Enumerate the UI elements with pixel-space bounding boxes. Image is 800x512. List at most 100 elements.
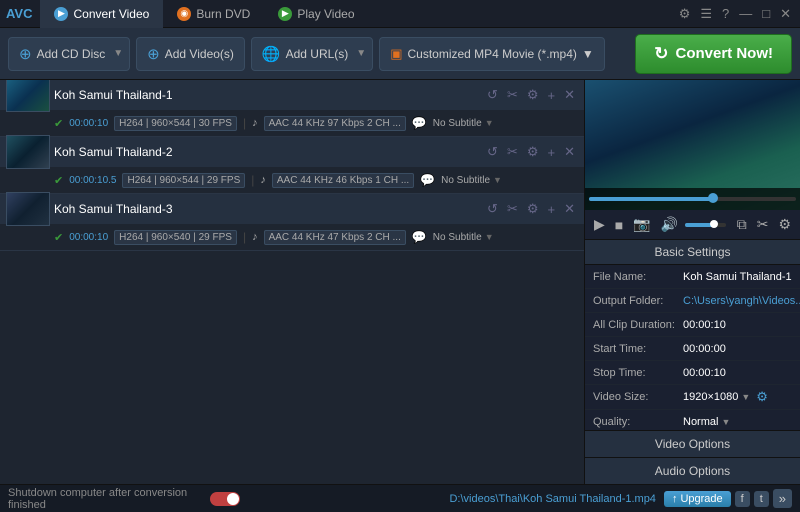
format-selector[interactable]: ▣ Customized MP4 Movie (*.mp4) ▼ bbox=[379, 37, 605, 71]
effects-button[interactable]: ⚙ bbox=[775, 215, 794, 234]
remove-icon-2[interactable]: ✕ bbox=[561, 143, 578, 161]
facebook-icon: f bbox=[741, 493, 744, 505]
sync-icon-3[interactable]: ↺ bbox=[484, 200, 501, 218]
thumb-img-2 bbox=[7, 136, 49, 168]
cut-icon-1[interactable]: ✂ bbox=[504, 86, 521, 104]
add-cd-label: Add CD Disc bbox=[37, 47, 106, 61]
minimize-button[interactable]: — bbox=[736, 6, 755, 21]
menu-icon[interactable]: ☰ bbox=[697, 6, 715, 22]
settings-panel: Basic Settings File Name: Koh Samui Thai… bbox=[585, 240, 800, 430]
clip-duration-value: 00:00:10 bbox=[683, 319, 792, 331]
sync-icon-2[interactable]: ↺ bbox=[484, 143, 501, 161]
file-item-details-1: ✔ 00:00:10 H264 | 960×544 | 30 FPS | ♪ A… bbox=[0, 110, 584, 136]
quality-label: Quality: bbox=[593, 416, 683, 428]
start-time-label: Start Time: bbox=[593, 343, 683, 355]
preview-progress-bar[interactable] bbox=[589, 197, 796, 201]
window-controls: ⚙ ☰ ? — □ ✕ bbox=[676, 6, 794, 22]
subtitle-text-3: No Subtitle bbox=[433, 232, 482, 243]
toolbar: ⊕ Add CD Disc ▼ ⊕ Add Video(s) 🌐 Add URL… bbox=[0, 28, 800, 80]
upgrade-button[interactable]: ↑ Upgrade bbox=[664, 491, 731, 507]
quality-arrow: ▼ bbox=[721, 417, 730, 427]
output-value[interactable]: C:\Users\yangh\Videos... bbox=[683, 295, 800, 307]
maximize-button[interactable]: □ bbox=[759, 6, 773, 21]
next-button[interactable]: » bbox=[773, 489, 792, 508]
next-icon: » bbox=[779, 491, 786, 506]
nav-convert[interactable]: ▶ Convert Video bbox=[40, 0, 163, 28]
file-item-header-1: Koh Samui Thailand-1 ↺ ✂ ⚙ + ✕ bbox=[0, 80, 584, 110]
check-icon-2: ✔ bbox=[54, 174, 63, 187]
stop-button[interactable]: ■ bbox=[612, 216, 626, 234]
video-size-select[interactable]: 1920×1080 ▼ ⚙ bbox=[683, 389, 768, 405]
shutdown-toggle[interactable] bbox=[210, 492, 240, 506]
add-icon-1[interactable]: + bbox=[545, 87, 559, 104]
help-icon[interactable]: ? bbox=[719, 6, 732, 21]
facebook-button[interactable]: f bbox=[735, 491, 750, 507]
convert-now-icon: ↻ bbox=[654, 44, 668, 64]
subtitle-arrow-2[interactable]: ▼ bbox=[493, 175, 502, 185]
file-actions-1: ↺ ✂ ⚙ + ✕ bbox=[484, 86, 578, 104]
add-icon-3[interactable]: + bbox=[545, 201, 559, 218]
subtitle-text-2: No Subtitle bbox=[441, 175, 490, 186]
file-item-details-2: ✔ 00:00:10.5 H264 | 960×544 | 29 FPS | ♪… bbox=[0, 167, 584, 193]
toggle-track[interactable] bbox=[210, 492, 240, 506]
quality-select[interactable]: Normal ▼ bbox=[683, 416, 730, 428]
nav-burn[interactable]: ◉ Burn DVD bbox=[163, 0, 264, 28]
cut-icon-2[interactable]: ✂ bbox=[504, 143, 521, 161]
settings-row-filename: File Name: Koh Samui Thailand-1 bbox=[585, 265, 800, 289]
remove-icon-3[interactable]: ✕ bbox=[561, 200, 578, 218]
start-time-value[interactable]: 00:00:00 bbox=[683, 343, 792, 355]
format-icon: ▣ bbox=[390, 46, 402, 62]
remove-icon-1[interactable]: ✕ bbox=[561, 86, 578, 104]
file-actions-3: ↺ ✂ ⚙ + ✕ bbox=[484, 200, 578, 218]
add-url-button[interactable]: 🌐 Add URL(s) ▼ bbox=[251, 37, 373, 71]
screenshot-button[interactable]: 📷 bbox=[630, 215, 653, 234]
file-name-3: Koh Samui Thailand-3 bbox=[54, 202, 480, 216]
preview-area bbox=[585, 80, 800, 210]
video-options-label: Video Options bbox=[655, 437, 730, 451]
audio-badge-1: AAC 44 KHz 97 Kbps 2 CH ... bbox=[264, 116, 406, 131]
settings-row-stop-time: Stop Time: 00:00:10 bbox=[585, 361, 800, 385]
nav-convert-label: Convert Video bbox=[73, 7, 149, 21]
video-size-gear[interactable]: ⚙ bbox=[756, 389, 768, 405]
convert-now-button[interactable]: ↻ Convert Now! bbox=[635, 34, 792, 74]
file-name-2: Koh Samui Thailand-2 bbox=[54, 145, 480, 159]
nav-play[interactable]: ▶ Play Video bbox=[264, 0, 368, 28]
close-button[interactable]: ✕ bbox=[777, 6, 794, 22]
audio-icon-1: ♪ bbox=[252, 117, 258, 129]
scissors-button[interactable]: ✂ bbox=[754, 215, 772, 234]
list-item: Koh Samui Thailand-2 ↺ ✂ ⚙ + ✕ ✔ 00:00:1… bbox=[0, 137, 584, 194]
stop-time-value[interactable]: 00:00:10 bbox=[683, 367, 792, 379]
add-video-button[interactable]: ⊕ Add Video(s) bbox=[136, 37, 245, 71]
add-cd-button[interactable]: ⊕ Add CD Disc ▼ bbox=[8, 37, 130, 71]
settings-icon[interactable]: ⚙ bbox=[676, 6, 694, 22]
play-button[interactable]: ▶ bbox=[591, 215, 608, 234]
format-label: Customized MP4 Movie (*.mp4) bbox=[407, 47, 576, 61]
settings-icon-1[interactable]: ⚙ bbox=[524, 86, 542, 104]
twitter-button[interactable]: t bbox=[754, 491, 769, 507]
sync-icon-1[interactable]: ↺ bbox=[484, 86, 501, 104]
file-thumbnail-2 bbox=[6, 135, 50, 169]
filename-value: Koh Samui Thailand-1 bbox=[683, 271, 792, 283]
output-label: Output Folder: bbox=[593, 295, 683, 307]
video-options-button[interactable]: Video Options bbox=[585, 430, 800, 457]
add-icon-2[interactable]: + bbox=[545, 144, 559, 161]
cut-icon-3[interactable]: ✂ bbox=[504, 200, 521, 218]
list-item: Koh Samui Thailand-1 ↺ ✂ ⚙ + ✕ ✔ 00:00:1… bbox=[0, 80, 584, 137]
codec-badge-2: H264 | 960×544 | 29 FPS bbox=[122, 173, 245, 188]
right-panel: ▶ ■ 📷 🔊 ⧉ ✂ ⚙ Basic Settings File Name: … bbox=[585, 80, 800, 484]
volume-slider[interactable] bbox=[685, 223, 726, 227]
audio-icon-3: ♪ bbox=[252, 231, 258, 243]
copy-button[interactable]: ⧉ bbox=[734, 215, 750, 234]
settings-icon-2[interactable]: ⚙ bbox=[524, 143, 542, 161]
settings-icon-3[interactable]: ⚙ bbox=[524, 200, 542, 218]
subtitle-arrow-1[interactable]: ▼ bbox=[485, 118, 494, 128]
subtitle-text-1: No Subtitle bbox=[433, 118, 482, 129]
audio-options-button[interactable]: Audio Options bbox=[585, 457, 800, 484]
codec-badge-3: H264 | 960×540 | 29 FPS bbox=[114, 230, 237, 245]
nav-burn-label: Burn DVD bbox=[196, 7, 250, 21]
settings-row-output: Output Folder: C:\Users\yangh\Videos... bbox=[585, 289, 800, 313]
subtitle-arrow-3[interactable]: ▼ bbox=[485, 232, 494, 242]
add-url-label: Add URL(s) bbox=[286, 47, 349, 61]
twitter-icon: t bbox=[760, 493, 763, 505]
settings-row-start-time: Start Time: 00:00:00 bbox=[585, 337, 800, 361]
